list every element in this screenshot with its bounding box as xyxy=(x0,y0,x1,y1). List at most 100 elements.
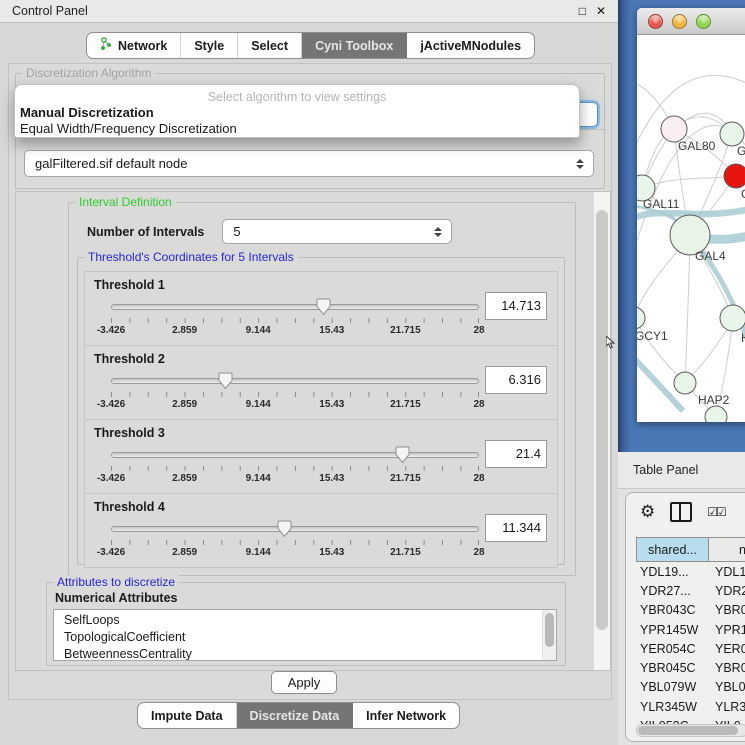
table-cell[interactable]: YBR0 xyxy=(709,661,745,675)
network-window: GAL80GACGAL11GAL4GCY1HHAP2 xyxy=(637,8,745,422)
column-header-na[interactable]: na xyxy=(709,537,745,562)
tab-infer-network[interactable]: Infer Network xyxy=(353,703,459,728)
threshold-slider: -3.4262.8599.14415.4321.71528 xyxy=(111,296,479,342)
attribute-item-selfloops[interactable]: SelfLoops xyxy=(64,612,556,629)
apply-button[interactable]: Apply xyxy=(271,671,337,694)
gear-icon[interactable]: ⚙ xyxy=(640,504,655,521)
tab-label: Select xyxy=(251,39,288,53)
interval-definition-group: Interval Definition Number of Intervals … xyxy=(68,202,576,576)
table-cell[interactable]: YBR045C xyxy=(636,661,709,675)
settings-vertical-scrollbar[interactable] xyxy=(593,192,610,670)
attribute-item-betweennesscentrality[interactable]: BetweennessCentrality xyxy=(64,646,556,661)
numerical-attributes-list[interactable]: SelfLoopsTopologicalCoefficientBetweenne… xyxy=(53,609,557,661)
number-of-intervals-combobox[interactable]: 5 xyxy=(222,219,452,244)
table-cell[interactable]: YBR043C xyxy=(636,603,709,617)
table-cell[interactable]: YBR0 xyxy=(709,603,745,617)
slider-track[interactable] xyxy=(111,378,479,384)
slider-thumb[interactable] xyxy=(395,446,410,464)
network-window-titlebar[interactable] xyxy=(637,8,745,35)
table-cell[interactable]: YBL0 xyxy=(709,680,745,694)
table-cell[interactable]: YLR345W xyxy=(636,700,709,714)
settings-scrollpane: Interval Definition Number of Intervals … xyxy=(15,191,611,671)
table-cell[interactable]: YDR2 xyxy=(709,584,745,598)
algorithm-option-manual-discretization[interactable]: Manual Discretization xyxy=(15,104,579,120)
attribute-item-topologicalcoefficient[interactable]: TopologicalCoefficient xyxy=(64,629,556,646)
slider-tick-marks xyxy=(111,466,479,471)
threshold-value-field[interactable]: 14.713 xyxy=(485,292,547,320)
table-row[interactable]: YLR345WYLR3 xyxy=(636,697,745,716)
table-cell[interactable]: YBL079W xyxy=(636,680,709,694)
threshold-value-field[interactable]: 11.344 xyxy=(485,514,547,542)
tab-network[interactable]: Network xyxy=(87,33,181,58)
threshold-value-field[interactable]: 6.316 xyxy=(485,366,547,394)
tick-label: 9.144 xyxy=(246,547,271,558)
table-horizontal-scrollbar[interactable] xyxy=(636,724,745,737)
network-node-hap2[interactable] xyxy=(674,372,696,394)
network-node-h[interactable] xyxy=(720,305,745,331)
table-row[interactable]: YBR043CYBR0 xyxy=(636,601,745,620)
table-cell[interactable]: YLR3 xyxy=(709,700,745,714)
table-data-selected-value: galFiltered.sif default node xyxy=(35,156,187,171)
network-node-c[interactable] xyxy=(724,164,745,188)
tab-impute-data[interactable]: Impute Data xyxy=(138,703,237,728)
column-header-shared[interactable]: shared... xyxy=(636,537,709,562)
minimize-traffic-light[interactable] xyxy=(672,14,687,29)
table-cell[interactable]: YDL1 xyxy=(709,565,745,579)
node-label: C xyxy=(741,187,745,201)
attributes-group-title: Attributes to discretize xyxy=(53,575,179,589)
table-row[interactable]: YBR045CYBR0 xyxy=(636,658,745,677)
table-row[interactable]: YDR27...YDR2 xyxy=(636,581,745,600)
select-columns-checkboxes-icon[interactable]: ☑☑ xyxy=(707,505,725,519)
threshold-value-field[interactable]: 21.4 xyxy=(485,440,547,468)
slider-track[interactable] xyxy=(111,526,479,532)
table-row[interactable]: YPR145WYPR1 xyxy=(636,620,745,639)
tab-select[interactable]: Select xyxy=(238,33,302,58)
table-row[interactable]: YER054CYER0 xyxy=(636,639,745,658)
table-cell[interactable]: YER054C xyxy=(636,642,709,656)
top-tab-strip: NetworkStyle Select Cyni ToolboxjActiveMNo… xyxy=(86,32,535,59)
tick-label: 9.144 xyxy=(246,473,271,484)
network-canvas[interactable]: GAL80GACGAL11GAL4GCY1HHAP2 xyxy=(637,35,745,422)
table-cell[interactable]: YER0 xyxy=(709,642,745,656)
tab-style[interactable]: Style xyxy=(181,33,238,58)
table-cell[interactable]: YDL19... xyxy=(636,565,709,579)
slider-tick-labels: -3.4262.8599.14415.4321.71528 xyxy=(111,547,479,559)
tick-label: 21.715 xyxy=(390,399,421,410)
table-cell[interactable]: YPR1 xyxy=(709,623,745,637)
algorithm-option-equal-width-frequency[interactable]: Equal Width/Frequency Discretization xyxy=(15,120,579,136)
table-data-combobox[interactable]: galFiltered.sif default node xyxy=(24,150,594,177)
table-row[interactable]: YIL052CYIL0 xyxy=(636,716,745,724)
network-node-gcy1[interactable] xyxy=(637,307,645,329)
table-row[interactable]: YDL19...YDL1 xyxy=(636,562,745,581)
close-window-icon[interactable]: ✕ xyxy=(596,4,606,18)
table-panel-body: ⚙ ☑☑ shared...na YDL19...YDL1YDR27...YDR… xyxy=(618,489,745,745)
table-cell[interactable]: YPR145W xyxy=(636,623,709,637)
control-panel-titlebar: Control Panel □ ✕ xyxy=(0,0,618,23)
zoom-traffic-light[interactable] xyxy=(696,14,711,29)
number-of-intervals-label: Number of Intervals xyxy=(87,225,204,239)
tab-jactivemnodules[interactable]: jActiveMNodules xyxy=(407,33,534,58)
tick-label: -3.426 xyxy=(97,399,125,410)
node-label: GAL80 xyxy=(678,139,716,153)
split-columns-icon[interactable] xyxy=(670,502,692,522)
float-window-icon[interactable]: □ xyxy=(579,4,586,18)
tab-cyni-toolbox[interactable]: Cyni Toolbox xyxy=(302,33,407,58)
slider-track[interactable] xyxy=(111,452,479,458)
table-panel-title: Table Panel xyxy=(633,463,698,477)
table-row[interactable]: YBL079WYBL0 xyxy=(636,678,745,697)
attributes-list-scrollbar[interactable] xyxy=(542,610,556,660)
tick-label: 21.715 xyxy=(390,325,421,336)
network-node-ga[interactable] xyxy=(720,122,744,146)
slider-tick-marks xyxy=(111,540,479,545)
number-of-intervals-value: 5 xyxy=(233,224,240,239)
table-cell[interactable]: YDR27... xyxy=(636,584,709,598)
network-tree-icon xyxy=(100,37,113,54)
slider-thumb[interactable] xyxy=(316,298,331,316)
slider-track[interactable] xyxy=(111,304,479,310)
tab-discretize-data[interactable]: Discretize Data xyxy=(237,703,354,728)
close-traffic-light[interactable] xyxy=(648,14,663,29)
slider-thumb[interactable] xyxy=(218,372,233,390)
scrollbar-thumb[interactable] xyxy=(596,210,608,630)
tab-label: Discretize Data xyxy=(250,709,340,723)
slider-thumb[interactable] xyxy=(277,520,292,538)
